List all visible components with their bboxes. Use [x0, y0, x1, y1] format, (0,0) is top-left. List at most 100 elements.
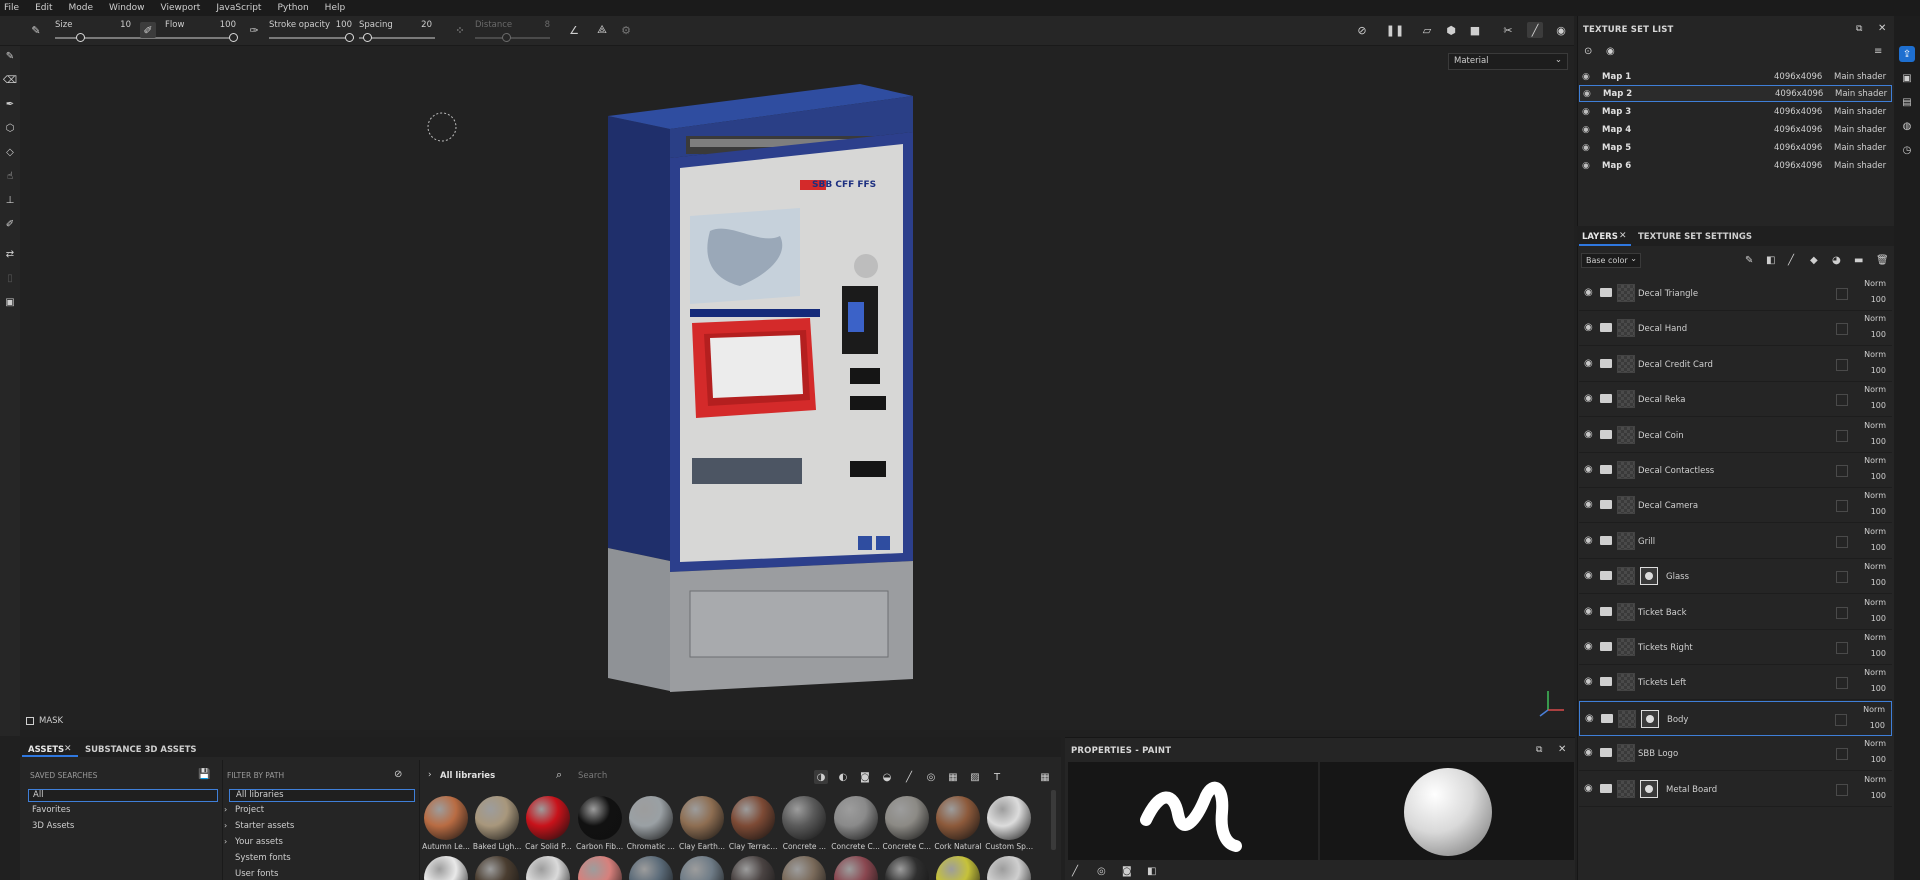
lazy-mouse-icon[interactable]: ⁘ [452, 22, 468, 38]
folder-icon[interactable] [1600, 642, 1612, 651]
opacity-value[interactable]: 100 [1871, 791, 1886, 800]
filter-materials-icon[interactable]: ◑ [814, 770, 828, 784]
folder-icon[interactable] [1600, 677, 1612, 687]
path-item[interactable]: All libraries [229, 789, 415, 802]
eye-icon[interactable]: ◉ [1584, 535, 1593, 546]
stroke-opacity-slider-handle[interactable] [345, 33, 354, 42]
layer-row[interactable]: ◉ Metal Board Norm 100 [1579, 771, 1892, 807]
chevron-right-icon[interactable]: › [224, 821, 227, 830]
spacing-slider-handle[interactable] [363, 33, 372, 42]
spacing-value[interactable]: 20 [414, 20, 432, 30]
blend-mode-select[interactable]: Norm [1864, 739, 1886, 748]
texture-set-row-selected[interactable]: ◉ Map 2 4096x4096 Main shader [1579, 85, 1892, 102]
chevron-right-icon[interactable]: › [224, 805, 227, 814]
layer-row[interactable]: ◉ SBB Logo Norm 100 [1579, 736, 1892, 772]
folder-icon[interactable] [1600, 535, 1612, 545]
blend-mode-select[interactable]: Norm [1864, 314, 1886, 323]
distance-slider[interactable] [475, 37, 550, 39]
shader-settings-icon[interactable]: ▤ [1899, 94, 1915, 110]
opacity-value[interactable]: 100 [1871, 330, 1886, 339]
material-thumbnail[interactable] [987, 796, 1032, 840]
smudge-icon[interactable]: ☝ [2, 168, 18, 184]
color-picker-icon[interactable]: ✐ [2, 216, 18, 232]
material-thumbnail[interactable] [475, 796, 520, 840]
path-item[interactable]: Project [229, 805, 415, 818]
history-icon[interactable]: ◷ [1899, 142, 1915, 158]
paint-tool-active-icon[interactable]: ╱ [1527, 22, 1543, 38]
assets-scrollbar[interactable] [1051, 790, 1056, 850]
distance-value[interactable]: 8 [536, 20, 550, 30]
layer-row[interactable]: ◉ Body Norm 100 [1579, 700, 1892, 736]
opacity-value[interactable]: 100 [1871, 578, 1886, 587]
eye-icon[interactable]: ◉ [1584, 322, 1593, 333]
opacity-value[interactable]: 100 [1871, 366, 1886, 375]
eye-icon[interactable]: ◉ [1582, 72, 1596, 82]
mask-toggle[interactable]: MASK [26, 716, 63, 726]
opacity-value[interactable]: 100 [1871, 755, 1886, 764]
flow-pen-icon[interactable]: ✐ [140, 22, 156, 38]
eraser-icon[interactable]: ⌫ [2, 72, 18, 88]
folder-icon[interactable] [1600, 394, 1612, 404]
display-settings-icon[interactable]: ▣ [1899, 70, 1915, 86]
eye-icon[interactable]: ◉ [1584, 570, 1593, 581]
texture-set-row[interactable]: ◉ Map 5 4096x4096 Main shader [1579, 139, 1892, 156]
save-search-icon[interactable]: 💾 [198, 769, 210, 780]
opacity-value[interactable]: 100 [1871, 472, 1886, 481]
viewport-mode-select[interactable]: Material ⌄ [1448, 53, 1568, 70]
filter-textures-icon[interactable]: ▦ [946, 770, 960, 784]
tab-assets[interactable]: ASSETS [28, 745, 64, 755]
folder-icon[interactable] [1600, 323, 1612, 333]
folder-icon[interactable] [1600, 288, 1612, 297]
opacity-value[interactable]: 100 [1871, 684, 1886, 693]
blend-mode-select[interactable]: Norm [1864, 527, 1886, 536]
layer-row[interactable]: ◉ Glass Norm 100 [1579, 559, 1892, 595]
symmetry-icon[interactable]: ⟁ [594, 22, 610, 38]
opacity-value[interactable]: 100 [1871, 295, 1886, 304]
size-value[interactable]: 10 [115, 20, 131, 30]
blend-mode-select[interactable]: Norm [1863, 705, 1885, 714]
path-item[interactable]: Your assets [229, 837, 415, 850]
menu-python[interactable]: Python [277, 3, 308, 13]
folder-icon[interactable] [1600, 783, 1612, 793]
eye-icon[interactable]: ◉ [1585, 713, 1594, 724]
menu-viewport[interactable]: Viewport [161, 3, 201, 13]
filter-procedurals-icon[interactable]: ◒ [880, 770, 894, 784]
chevron-right-icon[interactable]: › [428, 770, 432, 780]
hide-filter-icon[interactable]: ⊘ [394, 769, 402, 780]
material-thumbnail[interactable] [628, 796, 673, 840]
layer-row[interactable]: ◉ Decal Hand Norm 100 [1579, 311, 1892, 347]
texture-set-shader[interactable]: Main shader [1834, 125, 1886, 135]
layer-row[interactable]: ◉ Decal Contactless Norm 100 [1579, 453, 1892, 488]
texture-set-row[interactable]: ◉ Map 4 4096x4096 Main shader [1579, 121, 1892, 138]
eye-icon[interactable]: ◉ [1582, 161, 1596, 171]
folder-icon[interactable] [1600, 465, 1612, 474]
add-effect-icon[interactable]: ✎ [1745, 255, 1753, 266]
tab-layers[interactable]: LAYERS [1582, 232, 1618, 242]
layer-row[interactable]: ◉ Decal Coin Norm 100 [1579, 417, 1892, 453]
assets-breadcrumb[interactable]: All libraries [440, 771, 495, 781]
opacity-value[interactable]: 100 [1870, 721, 1885, 730]
flow-slider[interactable] [165, 37, 237, 39]
filter-masks-icon[interactable]: ◙ [858, 770, 872, 784]
texture-set-row[interactable]: ◉ Map 6 4096x4096 Main shader [1579, 157, 1892, 174]
layer-row[interactable]: ◉ Decal Credit Card Norm 100 [1579, 346, 1892, 382]
opacity-value[interactable]: 100 [1871, 437, 1886, 446]
export-icon[interactable]: ▣ [2, 294, 18, 310]
material-thumbnail[interactable] [577, 796, 622, 840]
eye-icon[interactable]: ◉ [1584, 358, 1593, 369]
texture-set-shader[interactable]: Main shader [1834, 107, 1886, 117]
chevron-right-icon[interactable]: › [224, 837, 227, 846]
material-thumbnail[interactable] [731, 796, 776, 840]
geometry-mask-icon[interactable]: ◇ [2, 144, 18, 160]
alpha-tab-icon[interactable]: ◎ [1097, 866, 1106, 877]
blend-mode-select[interactable]: Norm [1864, 491, 1886, 500]
screenshot-icon[interactable]: ◉ [1553, 22, 1569, 38]
texture-set-shader[interactable]: Main shader [1835, 89, 1887, 99]
menu-mode[interactable]: Mode [69, 3, 94, 13]
blend-mode-select[interactable]: Norm [1864, 668, 1886, 677]
folder-icon[interactable] [1600, 606, 1612, 616]
polygon-fill-icon[interactable]: ⬡ [2, 120, 18, 136]
path-item[interactable]: User fonts [229, 869, 415, 880]
texture-set-row[interactable]: ◉ Map 3 4096x4096 Main shader [1579, 103, 1892, 120]
folder-icon[interactable] [1600, 429, 1612, 439]
